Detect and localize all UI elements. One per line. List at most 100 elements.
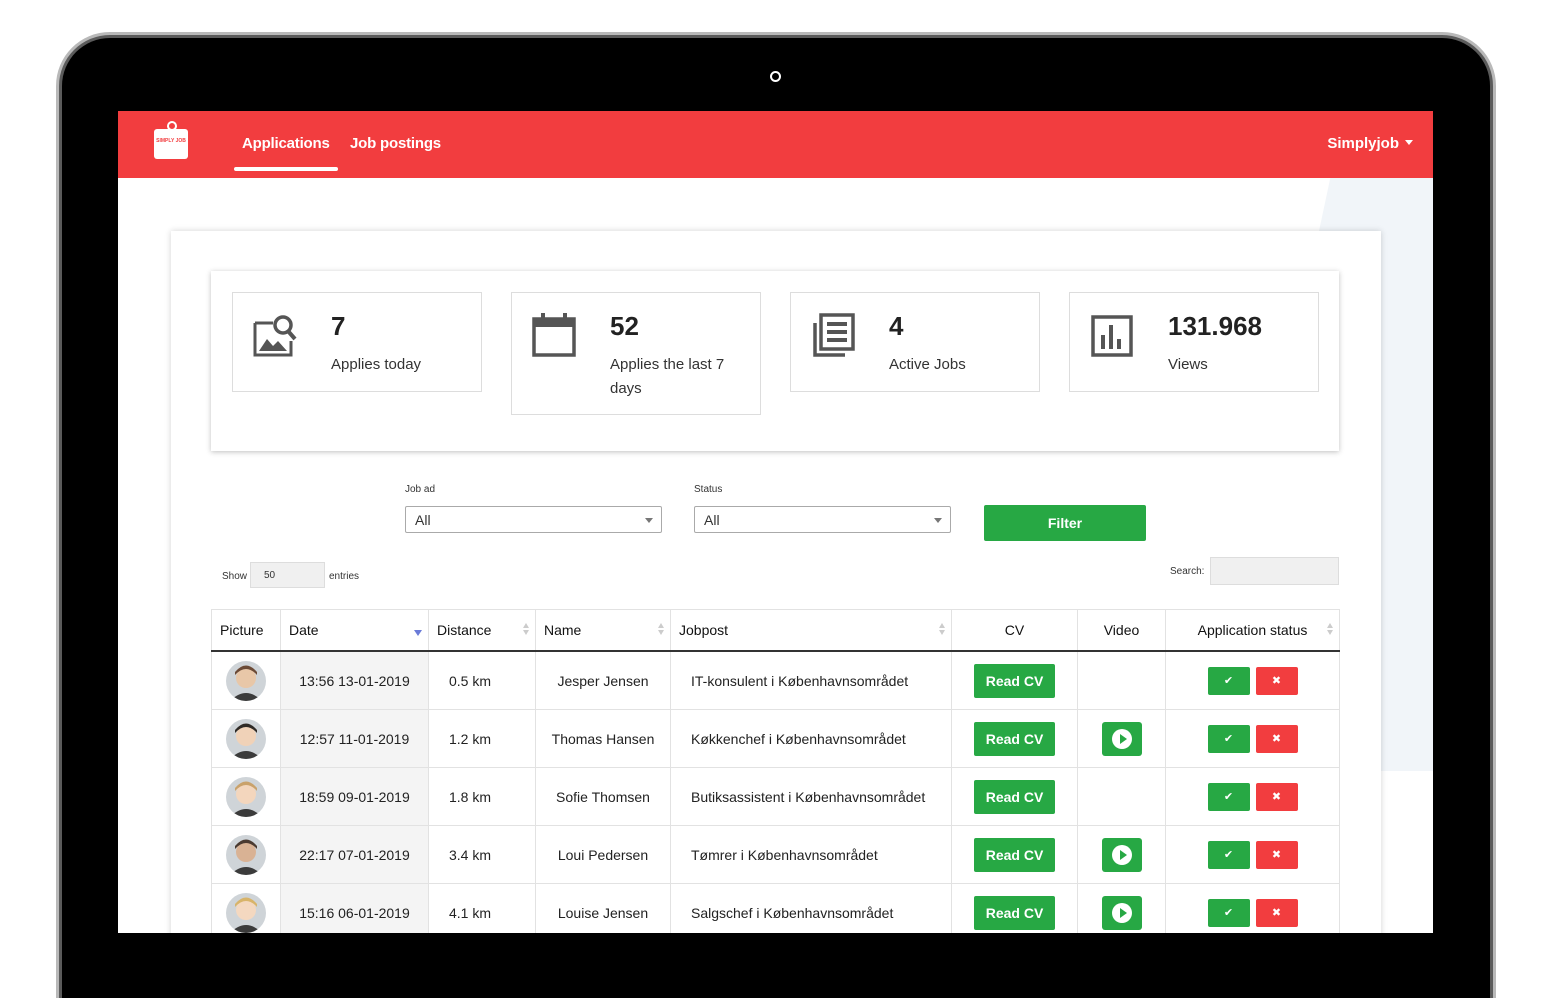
avatar[interactable] <box>226 834 266 875</box>
job-ad-select[interactable]: All <box>405 506 662 533</box>
read-cv-button[interactable]: Read CV <box>974 837 1055 872</box>
column-header-jobpost[interactable]: Jobpost <box>670 609 952 652</box>
table-row[interactable]: 13:56 13-01-2019 0.5 km Jesper Jensen IT-ko… <box>211 651 1340 710</box>
filter-button[interactable]: Filter <box>984 505 1146 541</box>
column-header-application-status[interactable]: Application status <box>1165 609 1340 652</box>
user-menu-label: Simplyjob <box>1327 135 1399 152</box>
video-cell <box>1077 651 1166 710</box>
distance-cell: 4.1 km <box>428 883 536 933</box>
avatar[interactable] <box>226 892 266 933</box>
cv-cell: Read CV <box>951 767 1078 826</box>
column-header-name[interactable]: Name <box>535 609 671 652</box>
sort-desc-icon <box>414 630 422 636</box>
status-cell: ✔ ✖ <box>1165 709 1340 768</box>
search-input[interactable] <box>1210 557 1339 585</box>
reject-button[interactable]: ✖ <box>1255 840 1298 869</box>
distance-cell: 3.4 km <box>428 825 536 884</box>
status-cell: ✔ ✖ <box>1165 825 1340 884</box>
approve-button[interactable]: ✔ <box>1207 724 1250 753</box>
bar-chart-icon <box>1091 315 1133 357</box>
user-menu[interactable]: Simplyjob <box>1327 135 1413 152</box>
distance-cell: 0.5 km <box>428 651 536 710</box>
approve-button[interactable]: ✔ <box>1207 840 1250 869</box>
read-cv-button[interactable]: Read CV <box>974 663 1055 698</box>
date-cell: 12:57 11-01-2019 <box>280 709 429 768</box>
approve-button[interactable]: ✔ <box>1207 898 1250 927</box>
stat-value: 7 <box>331 311 346 341</box>
column-header-picture: Picture <box>211 609 281 652</box>
status-cell: ✔ ✖ <box>1165 651 1340 710</box>
name-cell: Louise Jensen <box>535 883 671 933</box>
reject-button[interactable]: ✖ <box>1255 898 1298 927</box>
play-video-button[interactable] <box>1101 837 1142 872</box>
date-cell: 22:17 07-01-2019 <box>280 825 429 884</box>
approve-button[interactable]: ✔ <box>1207 666 1250 695</box>
stat-label: Applies the last 7 days <box>610 356 725 397</box>
date-cell: 13:56 13-01-2019 <box>280 651 429 710</box>
logo[interactable]: SIMPLY JOB <box>154 121 188 159</box>
jobpost-cell: Køkkenchef i Københavnsområdet <box>670 709 952 768</box>
status-label: Status <box>694 484 723 495</box>
video-cell <box>1077 825 1166 884</box>
video-cell <box>1077 709 1166 768</box>
entries-value: 50 <box>264 570 276 581</box>
column-header-cv: CV <box>951 609 1078 652</box>
stat-value: 4 <box>889 311 904 341</box>
table-row[interactable]: 15:16 06-01-2019 4.1 km Louise Jensen Salgs… <box>211 883 1340 933</box>
read-cv-button[interactable]: Read CV <box>974 721 1055 756</box>
cv-cell: Read CV <box>951 651 1078 710</box>
camera-icon <box>770 71 781 82</box>
stat-value: 52 <box>610 311 639 341</box>
calendar-icon <box>532 313 576 357</box>
table-header-row: Picture Date Distance Name Jobpost CV Vi… <box>211 609 1340 652</box>
job-ad-value: All <box>415 512 431 528</box>
reject-button[interactable]: ✖ <box>1255 724 1298 753</box>
table-row[interactable]: 22:17 07-01-2019 3.4 km Loui Pedersen Tømre… <box>211 825 1340 884</box>
navbar: SIMPLY JOB Applications Job postings Sim… <box>118 111 1433 178</box>
table-row[interactable]: 12:57 11-01-2019 1.2 km Thomas Hansen Køkke… <box>211 709 1340 768</box>
sort-icon <box>658 623 664 637</box>
nav-job-postings[interactable]: Job postings <box>350 135 441 152</box>
stat-applies-today: 7 Applies today <box>232 292 482 392</box>
avatar[interactable] <box>226 776 266 817</box>
stat-applies-last-7-days: 52 Applies the last 7 days <box>511 292 761 415</box>
video-cell <box>1077 883 1166 933</box>
column-header-video: Video <box>1077 609 1166 652</box>
read-cv-button[interactable]: Read CV <box>974 779 1055 814</box>
reject-button[interactable]: ✖ <box>1255 666 1298 695</box>
column-header-distance[interactable]: Distance <box>428 609 536 652</box>
picture-cell <box>211 825 281 884</box>
play-video-button[interactable] <box>1101 895 1142 930</box>
table-body: 13:56 13-01-2019 0.5 km Jesper Jensen IT-ko… <box>211 651 1340 933</box>
picture-cell <box>211 651 281 710</box>
stat-label: Views <box>1168 356 1208 373</box>
reject-button[interactable]: ✖ <box>1255 782 1298 811</box>
status-cell: ✔ ✖ <box>1165 883 1340 933</box>
avatar[interactable] <box>226 718 266 759</box>
sort-icon <box>939 623 945 637</box>
show-label: Show <box>222 571 248 582</box>
table-row[interactable]: 18:59 09-01-2019 1.8 km Sofie Thomsen Butik… <box>211 767 1340 826</box>
entries-label: entries <box>329 571 360 582</box>
read-cv-button[interactable]: Read CV <box>974 895 1055 930</box>
jobpost-cell: Tømrer i Københavnsområdet <box>670 825 952 884</box>
name-cell: Sofie Thomsen <box>535 767 671 826</box>
entries-select[interactable]: 50 <box>250 562 325 588</box>
approve-button[interactable]: ✔ <box>1207 782 1250 811</box>
stat-active-jobs: 4 Active Jobs <box>790 292 1040 392</box>
play-video-button[interactable] <box>1101 721 1142 756</box>
sort-icon <box>1327 623 1333 637</box>
column-header-date[interactable]: Date <box>280 609 429 652</box>
newspaper-icon <box>813 313 855 357</box>
stat-label: Active Jobs <box>889 356 966 373</box>
status-select[interactable]: All <box>694 506 951 533</box>
stat-value: 131.968 <box>1168 311 1262 341</box>
picture-cell <box>211 767 281 826</box>
date-cell: 15:16 06-01-2019 <box>280 883 429 933</box>
main-card: 7 Applies today 52 Applies the last 7 da… <box>171 231 1381 933</box>
chevron-down-icon <box>1405 140 1413 145</box>
image-search-icon <box>253 315 297 357</box>
avatar[interactable] <box>226 660 266 701</box>
cv-cell: Read CV <box>951 709 1078 768</box>
nav-applications[interactable]: Applications <box>234 135 338 171</box>
